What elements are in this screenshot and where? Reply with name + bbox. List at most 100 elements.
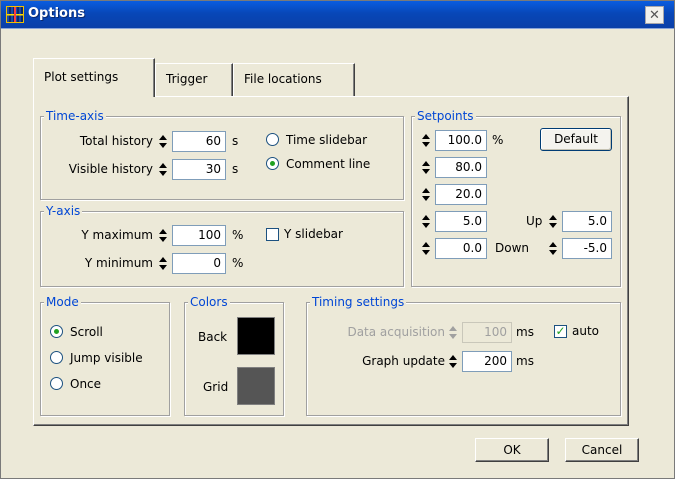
colors-group: Colors Back Grid xyxy=(184,294,284,416)
time-axis-title: Time-axis xyxy=(44,108,106,124)
spin-down-icon xyxy=(159,264,167,270)
mode-group: Mode Scroll Jump visible Once xyxy=(40,294,170,416)
spin-up-icon xyxy=(449,325,457,331)
auto-label[interactable]: auto xyxy=(572,323,599,339)
back-color-swatch[interactable] xyxy=(237,317,275,355)
ok-button[interactable]: OK xyxy=(475,438,549,462)
spin-up-icon xyxy=(422,133,430,139)
grid-color-swatch[interactable] xyxy=(237,367,275,405)
data-acquisition-unit: ms xyxy=(516,325,534,339)
time-slidebar-radio[interactable] xyxy=(266,133,279,146)
spin-up-icon xyxy=(159,162,167,168)
up-spinner[interactable] xyxy=(548,211,558,231)
spin-up-icon xyxy=(422,187,430,193)
graph-update-spinner[interactable] xyxy=(448,351,458,371)
y-maximum-input[interactable]: 100 xyxy=(172,225,226,246)
plot-settings-panel: Time-axis Total history 60 s Visible his… xyxy=(33,96,629,426)
mode-scroll-radio[interactable] xyxy=(50,325,63,338)
spin-down-icon xyxy=(549,249,557,255)
spin-down-icon xyxy=(422,249,430,255)
spin-up-icon xyxy=(159,228,167,234)
default-button[interactable]: Default xyxy=(540,128,612,151)
spin-down-icon xyxy=(422,141,430,147)
spin-up-icon xyxy=(159,256,167,262)
tab-file-locations[interactable]: File locations xyxy=(233,63,355,96)
close-button[interactable]: ✕ xyxy=(645,6,664,24)
spin-down-icon xyxy=(422,222,430,228)
setpoint-4-spinner[interactable] xyxy=(421,211,431,231)
y-maximum-unit: % xyxy=(232,228,244,242)
setpoint-2-spinner[interactable] xyxy=(421,157,431,177)
setpoint-5-input[interactable]: 0.0 xyxy=(435,238,487,259)
colors-title: Colors xyxy=(188,294,230,310)
data-acquisition-spinner[interactable] xyxy=(448,322,458,342)
cancel-button[interactable]: Cancel xyxy=(565,438,639,462)
time-slidebar-label[interactable]: Time slidebar xyxy=(286,132,367,148)
mode-once-label[interactable]: Once xyxy=(70,376,101,392)
total-history-label: Total history xyxy=(79,134,153,148)
mode-scroll-label[interactable]: Scroll xyxy=(70,324,103,340)
app-chart-icon xyxy=(6,6,24,23)
setpoint-2-input[interactable]: 80.0 xyxy=(435,157,487,178)
graph-update-unit: ms xyxy=(516,354,534,368)
setpoint-unit: % xyxy=(492,133,504,147)
spin-down-icon xyxy=(159,236,167,242)
tab-plot-settings[interactable]: Plot settings xyxy=(33,58,155,97)
y-minimum-spinner[interactable] xyxy=(158,253,168,273)
timing-settings-title: Timing settings xyxy=(310,294,407,310)
spin-down-icon xyxy=(449,362,457,368)
setpoint-3-spinner[interactable] xyxy=(421,184,431,204)
tab-trigger[interactable]: Trigger xyxy=(155,63,233,96)
title-bar[interactable]: Options ✕ xyxy=(1,1,674,29)
total-history-spinner[interactable] xyxy=(158,131,168,151)
spin-down-icon xyxy=(159,142,167,148)
setpoint-5-spinner[interactable] xyxy=(421,238,431,258)
spin-down-icon xyxy=(422,195,430,201)
setpoint-3-input[interactable]: 20.0 xyxy=(435,184,487,205)
y-axis-group: Y-axis Y maximum 100 % Y minimum 0 % Y s… xyxy=(40,203,404,287)
spin-down-icon xyxy=(549,222,557,228)
setpoint-1-spinner[interactable] xyxy=(421,130,431,150)
setpoint-4-input[interactable]: 5.0 xyxy=(435,211,487,232)
spin-up-icon xyxy=(422,241,430,247)
visible-history-label: Visible history xyxy=(68,162,153,176)
setpoints-title: Setpoints xyxy=(415,108,476,124)
up-label: Up xyxy=(526,214,543,228)
mode-jump-visible-label[interactable]: Jump visible xyxy=(70,350,143,366)
visible-history-input[interactable]: 30 xyxy=(172,159,226,180)
mode-jump-visible-radio[interactable] xyxy=(50,351,63,364)
spin-down-icon xyxy=(159,170,167,176)
y-slidebar-checkbox[interactable] xyxy=(266,228,279,241)
y-axis-title: Y-axis xyxy=(44,203,83,219)
down-input[interactable]: -5.0 xyxy=(562,238,612,259)
timing-settings-group: Timing settings Data acquisition 100 ms … xyxy=(306,294,621,416)
data-acquisition-input[interactable]: 100 xyxy=(462,322,512,343)
y-slidebar-label[interactable]: Y slidebar xyxy=(284,226,343,242)
spin-up-icon xyxy=(549,241,557,247)
graph-update-input[interactable]: 200 xyxy=(462,351,512,372)
comment-line-radio[interactable] xyxy=(266,157,279,170)
auto-checkbox[interactable]: ✓ xyxy=(554,325,567,338)
y-minimum-input[interactable]: 0 xyxy=(172,253,226,274)
window-title: Options xyxy=(28,6,85,21)
y-maximum-label: Y maximum xyxy=(81,228,153,242)
up-input[interactable]: 5.0 xyxy=(562,211,612,232)
y-maximum-spinner[interactable] xyxy=(158,225,168,245)
time-axis-group: Time-axis Total history 60 s Visible his… xyxy=(40,108,404,200)
spin-up-icon xyxy=(422,160,430,166)
y-minimum-label: Y minimum xyxy=(84,256,153,270)
comment-line-label[interactable]: Comment line xyxy=(286,156,370,172)
visible-history-unit: s xyxy=(232,162,239,176)
visible-history-spinner[interactable] xyxy=(158,159,168,179)
down-spinner[interactable] xyxy=(548,238,558,258)
setpoint-1-input[interactable]: 100.0 xyxy=(435,130,487,151)
back-color-label: Back xyxy=(198,330,228,344)
mode-once-radio[interactable] xyxy=(50,377,63,390)
spin-down-icon xyxy=(422,168,430,174)
down-label: Down xyxy=(495,241,530,255)
spin-up-icon xyxy=(422,214,430,220)
y-minimum-unit: % xyxy=(232,256,244,270)
options-dialog: Options ✕ Plot settings Trigger File loc… xyxy=(0,0,675,479)
data-acquisition-label: Data acquisition xyxy=(347,325,445,339)
total-history-input[interactable]: 60 xyxy=(172,131,226,152)
